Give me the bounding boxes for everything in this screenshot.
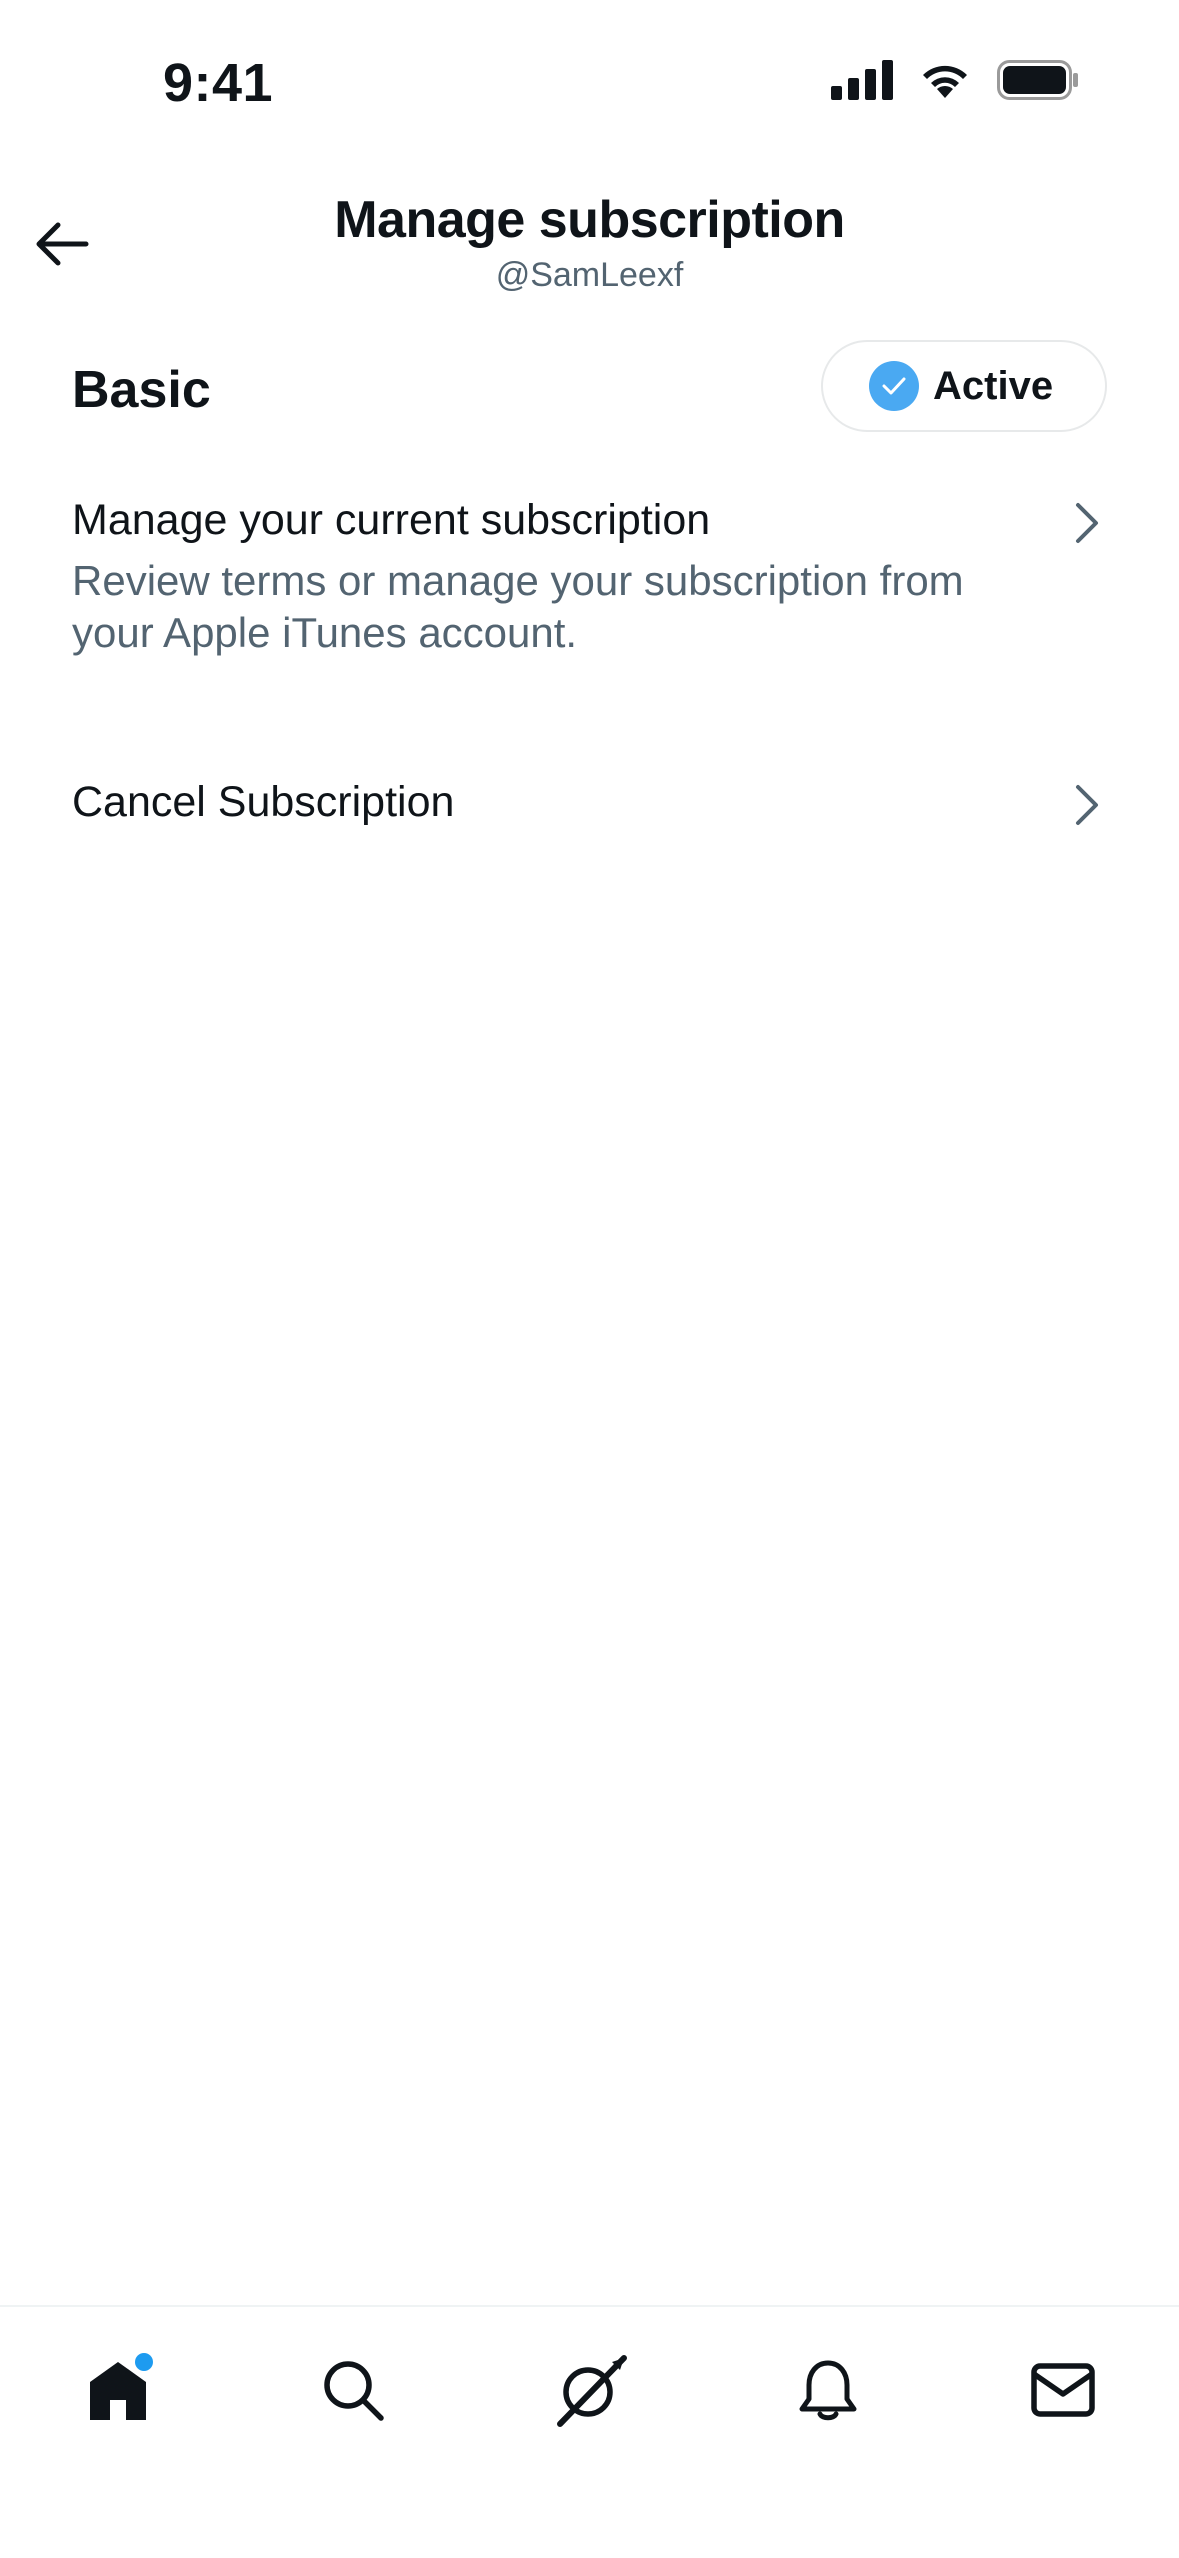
check-circle-icon [869, 361, 919, 411]
status-label: Active [933, 363, 1054, 408]
cellular-signal-icon [831, 60, 893, 105]
tab-messages[interactable] [1018, 2345, 1108, 2435]
notification-dot [135, 2353, 153, 2371]
tab-home[interactable] [73, 2345, 163, 2435]
page-title: Manage subscription [334, 191, 845, 249]
tab-notifications[interactable] [783, 2345, 873, 2435]
tab-search[interactable] [308, 2345, 398, 2435]
battery-icon [997, 60, 1079, 105]
status-icons [831, 60, 1079, 105]
search-icon [324, 2361, 384, 2421]
plan-row: Basic Active [72, 340, 1107, 436]
item-title: Manage your current subscription [72, 496, 711, 544]
item-title: Cancel Subscription [72, 778, 455, 826]
status-bar: 9:41 [0, 0, 1179, 170]
tab-grok[interactable] [545, 2345, 635, 2435]
messages-mail-icon [1031, 2363, 1095, 2417]
status-badge: Active [821, 340, 1107, 432]
status-time: 9:41 [163, 53, 274, 113]
plan-name: Basic [72, 361, 211, 419]
grok-icon [557, 2355, 627, 2427]
chevron-right-icon [1067, 498, 1107, 548]
cancel-subscription-item[interactable]: Cancel Subscription [72, 778, 1107, 827]
notifications-bell-icon [799, 2360, 857, 2421]
manage-subscription-item[interactable]: Manage your current subscription Review … [72, 496, 1107, 659]
account-handle: @SamLeexf [495, 256, 684, 294]
nav-header: Manage subscription @SamLeexf [0, 170, 1179, 320]
bottom-tab-bar [0, 2305, 1179, 2558]
chevron-right-icon [1067, 780, 1107, 830]
item-description: Review terms or manage your subscription… [72, 557, 964, 656]
wifi-icon [917, 60, 973, 105]
